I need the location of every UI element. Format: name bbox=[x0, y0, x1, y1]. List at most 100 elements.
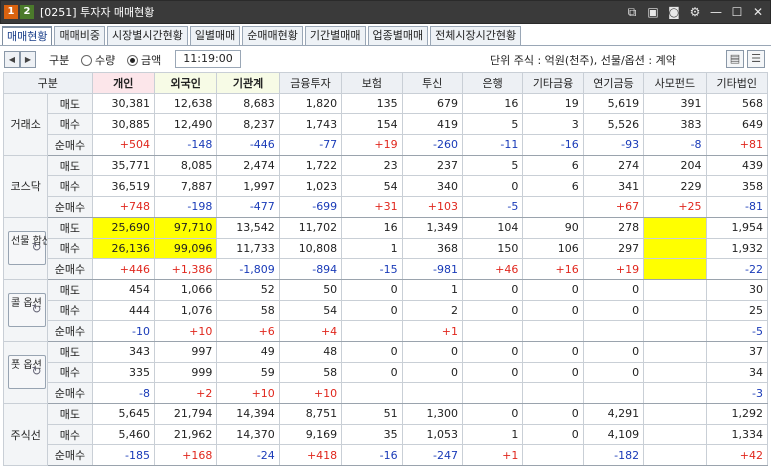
value-cell: 16 bbox=[461, 92, 524, 115]
radio-quantity-dot[interactable] bbox=[81, 54, 92, 66]
value-cell: 0 bbox=[522, 361, 584, 384]
group-label: 콜 옵션 bbox=[11, 298, 42, 310]
value-cell: +16 bbox=[522, 258, 584, 280]
value-cell: 4,109 bbox=[582, 423, 645, 446]
row-label: 매도 bbox=[47, 92, 93, 115]
link-icon[interactable]: ⧉ bbox=[624, 4, 640, 20]
value-cell bbox=[643, 258, 707, 280]
copy-icon[interactable]: ▣ bbox=[645, 4, 661, 20]
tab-trading-ratio[interactable]: 매매비중 bbox=[54, 26, 105, 45]
value-cell: +1 bbox=[401, 320, 463, 342]
value-cell: 1,932 bbox=[705, 237, 769, 260]
tab-all-market-time[interactable]: 전체시장시간현황 bbox=[430, 26, 522, 45]
col-header-trust[interactable]: 투신 bbox=[401, 72, 463, 94]
value-cell: 229 bbox=[643, 175, 707, 198]
value-cell: 1,334 bbox=[705, 423, 769, 446]
maximize-icon[interactable]: ☐ bbox=[729, 4, 745, 20]
value-cell: +418 bbox=[278, 444, 343, 467]
prev-arrow-icon[interactable]: ◀ bbox=[4, 51, 20, 68]
col-header-financial-invest[interactable]: 금융투자 bbox=[278, 72, 343, 94]
value-cell: +19 bbox=[341, 134, 403, 156]
tab-trading-status[interactable]: 매매현황 bbox=[2, 26, 53, 45]
tab-period[interactable]: 기간별매매 bbox=[304, 26, 366, 45]
value-cell: 26,136 bbox=[91, 237, 155, 260]
minimize-icon[interactable]: — bbox=[708, 4, 724, 20]
tab-market-time[interactable]: 시장별시간현황 bbox=[106, 26, 188, 45]
radio-quantity[interactable]: 수량 bbox=[81, 52, 115, 68]
col-header-insurance[interactable]: 보험 bbox=[341, 72, 403, 94]
value-cell: 25,690 bbox=[91, 216, 155, 239]
table-row: 매수 36,519 7,887 1,997 1,023 54 340 0 6 341 229 358 bbox=[4, 175, 769, 198]
refresh-icon[interactable]: ↻ bbox=[30, 365, 43, 378]
window-title: [0251] 투자자 매매현황 bbox=[40, 6, 155, 19]
group-cell[interactable]: 선물 합산 ↻ bbox=[2, 216, 49, 280]
value-cell: 0 bbox=[582, 299, 645, 322]
value-cell: 5 bbox=[461, 113, 524, 136]
value-cell: 1 bbox=[461, 423, 524, 446]
value-cell: 90 bbox=[522, 216, 584, 239]
refresh-icon[interactable]: ↻ bbox=[30, 303, 43, 316]
value-cell: 8,683 bbox=[216, 92, 280, 115]
value-cell: -8 bbox=[643, 134, 707, 156]
value-cell: 0 bbox=[522, 278, 584, 301]
row-label: 순매수 bbox=[47, 258, 93, 280]
row-label: 매도 bbox=[47, 154, 93, 177]
value-cell: 0 bbox=[582, 340, 645, 363]
col-header-bank[interactable]: 은행 bbox=[461, 72, 524, 94]
value-cell bbox=[643, 361, 707, 384]
col-header-institution[interactable]: 기관계 bbox=[216, 72, 280, 94]
value-cell: 14,394 bbox=[216, 403, 280, 425]
tab-sector[interactable]: 업종별매매 bbox=[367, 26, 429, 45]
row-label: 순매수 bbox=[47, 382, 93, 404]
value-cell: 0 bbox=[401, 361, 463, 384]
value-cell: 0 bbox=[341, 361, 403, 384]
value-cell: 997 bbox=[153, 340, 218, 363]
value-cell: 5 bbox=[461, 154, 524, 177]
list-view-icon[interactable]: ☰ bbox=[747, 50, 765, 68]
tab-daily[interactable]: 일별매매 bbox=[189, 26, 241, 45]
tab-net-trading[interactable]: 순매매현황 bbox=[242, 26, 303, 45]
col-header-other-financial[interactable]: 기타금융 bbox=[522, 72, 584, 94]
table-view-icon[interactable]: ▤ bbox=[726, 50, 744, 68]
value-cell bbox=[341, 382, 403, 404]
value-cell: +42 bbox=[705, 444, 769, 467]
row-label: 매수 bbox=[47, 237, 93, 260]
row-label: 매도 bbox=[47, 403, 93, 425]
group-toggle-button[interactable]: 풋 옵션 ↻ bbox=[8, 355, 46, 390]
col-header-other-corp[interactable]: 기타법인 bbox=[705, 72, 769, 94]
value-cell: 335 bbox=[91, 361, 155, 384]
value-cell: 1,997 bbox=[216, 175, 280, 198]
value-cell: 1,743 bbox=[278, 113, 343, 136]
badge-1: 1 bbox=[4, 5, 18, 19]
close-icon[interactable]: ✕ bbox=[750, 4, 766, 20]
radio-amount[interactable]: 금액 bbox=[127, 52, 161, 68]
camera-icon[interactable]: ◙ bbox=[666, 4, 682, 20]
group-cell[interactable]: 콜 옵션 ↻ bbox=[2, 278, 49, 342]
row-label: 순매수 bbox=[47, 196, 93, 218]
col-header-foreign[interactable]: 외국인 bbox=[153, 72, 218, 94]
value-cell: 358 bbox=[705, 175, 769, 198]
group-label: 구분 bbox=[49, 54, 70, 67]
group-cell[interactable]: 풋 옵션 ↻ bbox=[2, 340, 49, 405]
group-cell: 코스닥 bbox=[2, 154, 49, 218]
value-cell: -93 bbox=[582, 134, 645, 156]
row-label: 매수 bbox=[47, 361, 93, 384]
gear-icon[interactable]: ⚙ bbox=[687, 4, 703, 20]
group-toggle-button[interactable]: 선물 합산 ↻ bbox=[8, 231, 47, 266]
value-cell: +31 bbox=[341, 196, 403, 218]
value-cell: 97,710 bbox=[153, 216, 218, 239]
radio-amount-dot[interactable] bbox=[127, 54, 138, 66]
time-field[interactable]: 11:19:00 bbox=[175, 50, 241, 68]
row-label: 매도 bbox=[47, 216, 93, 239]
group-toggle-button[interactable]: 콜 옵션 ↻ bbox=[8, 293, 46, 328]
value-cell: 16 bbox=[341, 216, 403, 239]
table-row: 순매수 -185 +168 -24 +418 -16 -247 +1 -182 +42 bbox=[4, 444, 769, 467]
col-header-individual[interactable]: 개인 bbox=[91, 72, 155, 94]
col-header-private-fund[interactable]: 사모펀드 bbox=[643, 72, 707, 94]
value-cell: -3 bbox=[705, 382, 769, 404]
value-cell: 340 bbox=[401, 175, 463, 198]
value-cell: 444 bbox=[91, 299, 155, 322]
refresh-icon[interactable]: ↻ bbox=[30, 241, 43, 254]
next-arrow-icon[interactable]: ▶ bbox=[20, 51, 36, 68]
col-header-pension[interactable]: 연기금등 bbox=[582, 72, 645, 94]
